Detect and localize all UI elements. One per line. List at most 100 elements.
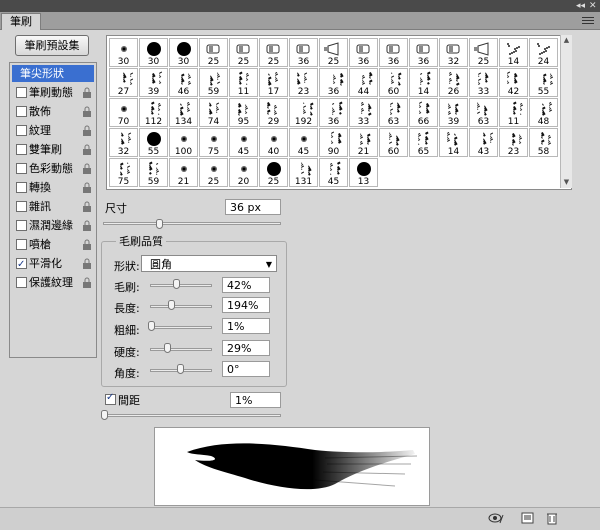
length-slider[interactable]	[150, 305, 212, 308]
list-item-dual-brush[interactable]: 雙筆刷	[12, 141, 94, 158]
brush-tip-cell[interactable]: 44	[349, 68, 378, 97]
brush-tip-cell[interactable]: 48	[529, 98, 558, 127]
brush-tip-cell[interactable]: 42	[499, 68, 528, 97]
brush-tip-cell[interactable]: 65	[409, 128, 438, 157]
close-icon[interactable]: ✕	[589, 0, 597, 12]
brush-tip-cell[interactable]: 95	[229, 98, 258, 127]
brush-tip-cell[interactable]: 131	[289, 158, 318, 187]
brush-tip-cell[interactable]: 60	[379, 128, 408, 157]
brush-tip-cell[interactable]: 39	[439, 98, 468, 127]
stiffness-slider[interactable]	[150, 348, 212, 351]
spacing-slider[interactable]	[103, 414, 281, 417]
brush-tip-cell[interactable]: 25	[229, 38, 258, 67]
bristles-field[interactable]: 42%	[222, 277, 270, 293]
toggle-live-tip-preview-icon[interactable]	[488, 511, 504, 525]
brush-tip-cell[interactable]: 46	[169, 68, 198, 97]
brush-tip-cell[interactable]: 75	[109, 158, 138, 187]
checkbox[interactable]	[16, 87, 27, 98]
angle-field[interactable]: 0°	[222, 361, 270, 377]
brush-tip-cell[interactable]: 36	[379, 38, 408, 67]
lock-icon[interactable]	[82, 163, 92, 174]
lock-icon[interactable]	[82, 201, 92, 212]
stiffness-field[interactable]: 29%	[222, 340, 270, 356]
brush-tip-cell[interactable]: 40	[259, 128, 288, 157]
brush-tip-cell[interactable]: 26	[439, 68, 468, 97]
brush-tip-cell[interactable]: 24	[529, 38, 558, 67]
brush-tip-cell[interactable]: 70	[109, 98, 138, 127]
brush-tip-cell[interactable]: 36	[319, 98, 348, 127]
delete-brush-icon[interactable]	[544, 511, 560, 525]
brush-tip-cell[interactable]: 25	[259, 38, 288, 67]
bristles-slider-thumb[interactable]	[173, 279, 180, 289]
brush-tip-cell[interactable]: 43	[469, 128, 498, 157]
thickness-field[interactable]: 1%	[222, 318, 270, 334]
bristles-slider[interactable]	[150, 284, 212, 287]
checkbox[interactable]	[16, 125, 27, 136]
brush-tip-cell[interactable]: 13	[349, 158, 378, 187]
brush-tip-cell[interactable]: 14	[409, 68, 438, 97]
lock-icon[interactable]	[82, 106, 92, 117]
checkbox[interactable]	[16, 163, 27, 174]
length-slider-thumb[interactable]	[168, 300, 175, 310]
lock-icon[interactable]	[82, 239, 92, 250]
brush-tip-cell[interactable]: 55	[529, 68, 558, 97]
brush-tip-cell[interactable]: 55	[139, 128, 168, 157]
brush-tip-cell[interactable]: 45	[289, 128, 318, 157]
list-item-airbrush[interactable]: 噴槍	[12, 236, 94, 253]
brush-tip-cell[interactable]: 45	[229, 128, 258, 157]
brush-tip-cell[interactable]: 192	[289, 98, 318, 127]
stiffness-slider-thumb[interactable]	[164, 343, 171, 353]
brush-tip-cell[interactable]: 11	[499, 98, 528, 127]
brush-tip-cell[interactable]: 25	[199, 158, 228, 187]
brush-tip-cell[interactable]: 33	[349, 98, 378, 127]
list-item-wet-edges[interactable]: 濕潤邊緣	[12, 217, 94, 234]
brush-tip-cell[interactable]: 17	[259, 68, 288, 97]
brush-tip-cell[interactable]: 30	[109, 38, 138, 67]
brush-tip-cell[interactable]: 75	[199, 128, 228, 157]
checkbox[interactable]	[16, 239, 27, 250]
brush-tip-cell[interactable]: 63	[379, 98, 408, 127]
brush-tip-cell[interactable]: 25	[259, 158, 288, 187]
brush-presets-button[interactable]: 筆刷預設集	[15, 35, 89, 56]
list-item-texture[interactable]: 紋理	[12, 122, 94, 139]
checkbox[interactable]	[16, 106, 27, 117]
list-item-scattering[interactable]: 散佈	[12, 103, 94, 120]
brush-tip-cell[interactable]: 45	[319, 158, 348, 187]
checkbox[interactable]	[16, 201, 27, 212]
new-brush-icon[interactable]	[520, 511, 536, 525]
brush-tip-cell[interactable]: 33	[469, 68, 498, 97]
lock-icon[interactable]	[82, 220, 92, 231]
brush-tip-cell[interactable]: 29	[259, 98, 288, 127]
brush-tip-cell[interactable]: 66	[409, 98, 438, 127]
collapse-icon[interactable]: ◂◂	[576, 0, 585, 12]
length-field[interactable]: 194%	[222, 297, 270, 313]
angle-slider-thumb[interactable]	[177, 364, 184, 374]
scroll-up-icon[interactable]: ▲	[562, 36, 571, 45]
panel-menu-icon[interactable]	[582, 15, 594, 25]
brush-tip-cell[interactable]: 32	[439, 38, 468, 67]
brush-tip-cell[interactable]: 25	[319, 38, 348, 67]
spacing-slider-thumb[interactable]	[101, 410, 108, 420]
list-item-transfer[interactable]: 轉換	[12, 179, 94, 196]
list-item-noise[interactable]: 雜訊	[12, 198, 94, 215]
thickness-slider[interactable]	[150, 326, 212, 329]
size-slider[interactable]	[103, 222, 281, 225]
brush-tip-cell[interactable]: 36	[409, 38, 438, 67]
brush-grid-scrollbar[interactable]: ▲ ▼	[560, 35, 572, 188]
brush-tip-cell[interactable]: 58	[529, 128, 558, 157]
brush-tip-cell[interactable]: 27	[109, 68, 138, 97]
brush-tip-cell[interactable]: 25	[199, 38, 228, 67]
brush-tip-cell[interactable]: 23	[289, 68, 318, 97]
brush-tip-cell[interactable]: 100	[169, 128, 198, 157]
spacing-checkbox[interactable]	[105, 392, 116, 405]
brush-tip-cell[interactable]: 74	[199, 98, 228, 127]
lock-icon[interactable]	[82, 144, 92, 155]
checkbox[interactable]	[16, 220, 27, 231]
lock-icon[interactable]	[82, 258, 92, 269]
brush-tip-cell[interactable]: 36	[289, 38, 318, 67]
brush-tip-cell[interactable]: 23	[499, 128, 528, 157]
brush-tip-cell[interactable]: 21	[169, 158, 198, 187]
scroll-down-icon[interactable]: ▼	[562, 178, 571, 187]
brush-tip-cell[interactable]: 14	[439, 128, 468, 157]
checkbox[interactable]	[16, 256, 27, 273]
